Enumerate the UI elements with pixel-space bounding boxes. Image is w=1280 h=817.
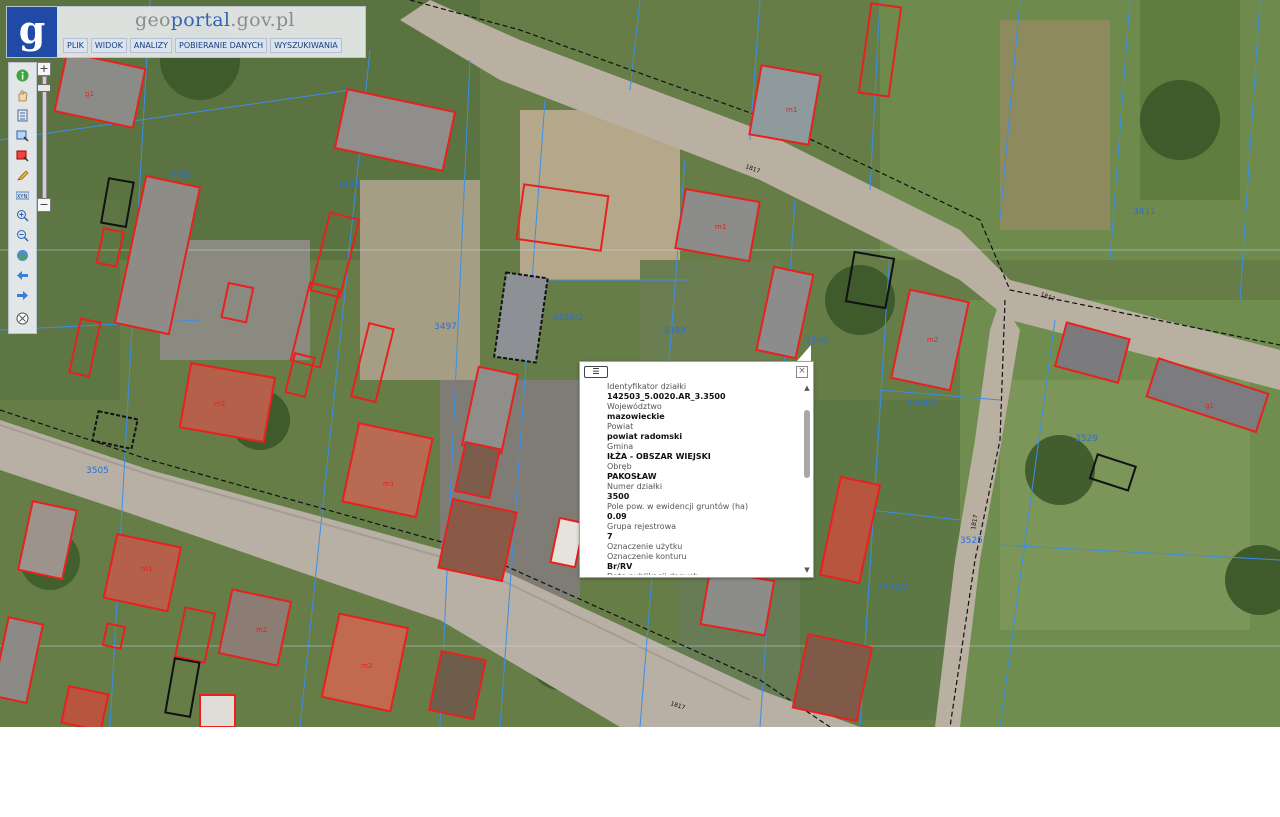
zoom-slider-minus-button[interactable]: − (37, 198, 51, 212)
parcel-info-popup: ☰ × Identyfikator działki 142503_5.0020.… (579, 361, 814, 578)
field-value: Br/RV (607, 562, 633, 571)
clear-icon[interactable] (13, 309, 31, 327)
parcel-number: 3497 (434, 322, 457, 332)
site-title-part: .gov.pl (230, 9, 295, 31)
building-label: m1 (786, 106, 797, 114)
info-icon[interactable] (13, 66, 31, 84)
field-value: 3500 (607, 492, 630, 501)
scroll-up-icon[interactable]: ▲ (803, 384, 811, 392)
building-label: m2 (214, 400, 225, 408)
parcel-number: 3525 (960, 536, 983, 546)
field-value: 142503_5.0020.AR_3.3500 (607, 392, 726, 401)
popup-menu-button[interactable]: ☰ (584, 366, 608, 378)
field-value: PAKOSŁAW (607, 472, 657, 481)
legend-icon[interactable] (13, 106, 31, 124)
field-key: Identyfikator działki (607, 382, 687, 391)
parcel-number: 3496 (337, 181, 360, 191)
site-title-part: portal (170, 9, 231, 31)
building-label: m2 (927, 336, 938, 344)
clear-selection-icon[interactable] (13, 146, 31, 164)
pencil-measure-icon[interactable] (13, 166, 31, 184)
app-header: g geoportal.gov.pl PLIK WIDOK ANALIZY PO… (6, 6, 366, 58)
menu-item-analizy[interactable]: ANALIZY (129, 38, 172, 53)
map-toolbar: XYN (8, 62, 37, 334)
field-key: Numer działki (607, 482, 663, 491)
building-label: m1 (715, 223, 726, 231)
zoom-out-icon[interactable] (13, 226, 31, 244)
parcel-number: 3529 (1075, 434, 1098, 444)
field-value: IŁŻA - OBSZAR WIEJSKI (607, 452, 711, 461)
pan-hand-icon[interactable] (13, 86, 31, 104)
parcel-number: 3504/1 (906, 399, 938, 409)
building-label: g1 (1205, 402, 1214, 410)
field-key: Data publikacji danych (607, 572, 797, 575)
field-value: powiat radomski (607, 432, 683, 441)
menu-item-pobieranie-danych[interactable]: POBIERANIE DANYCH (175, 38, 268, 53)
building-label: g1 (85, 90, 94, 98)
field-key: Grupa rejestrowa (607, 522, 677, 531)
parcel-number: 3505 (86, 466, 109, 476)
field-key: Obręb (607, 462, 632, 471)
field-key: Powiat (607, 422, 634, 431)
coordinates-icon[interactable]: XYN (13, 186, 31, 204)
zoom-slider-plus-button[interactable]: + (37, 62, 51, 76)
field-value: 0.09 (607, 512, 627, 521)
parcel-number: 3498/2 (552, 313, 584, 323)
building-label: m2 (256, 626, 267, 634)
zoom-slider[interactable]: + − (37, 62, 51, 212)
popup-header: ☰ × (580, 362, 813, 380)
popup-close-button[interactable]: × (796, 366, 808, 378)
menu-item-widok[interactable]: WIDOK (90, 38, 127, 53)
field-key: Gmina (607, 442, 634, 451)
field-key: Oznaczenie konturu (607, 552, 687, 561)
parcel-number: 3499 (663, 326, 686, 336)
field-key: Oznaczenie użytku (607, 542, 683, 551)
field-key: Pole pow. w ewidencji gruntów (ha) (607, 502, 749, 511)
field-value: 7 (607, 532, 613, 541)
parcel-number: 3411 (1133, 207, 1156, 217)
zoom-in-icon[interactable] (13, 206, 31, 224)
popup-pointer (797, 345, 811, 361)
site-title-part: geo (135, 9, 171, 31)
building-label: m1 (383, 480, 394, 488)
building-label: m2 (361, 662, 372, 670)
menu-item-wyszukiwania[interactable]: WYSZUKIWANIA (270, 38, 342, 53)
scroll-thumb[interactable] (804, 410, 810, 478)
geoportal-logo[interactable]: g (7, 7, 57, 57)
field-key: Województwo (607, 402, 662, 411)
menu-item-plik[interactable]: PLIK (63, 38, 88, 53)
zoom-slider-track[interactable] (42, 76, 47, 200)
zoom-slider-thumb[interactable] (37, 84, 51, 92)
building-label: m1 (141, 565, 152, 573)
popup-body: Identyfikator działki 142503_5.0020.AR_3… (607, 382, 797, 575)
field-value: mazowieckie (607, 412, 665, 421)
select-area-icon[interactable] (13, 126, 31, 144)
scroll-down-icon[interactable]: ▼ (803, 566, 811, 574)
site-title: geoportal.gov.pl (135, 9, 295, 31)
svg-text:XYN: XYN (17, 194, 27, 200)
logo-letter: g (18, 7, 46, 52)
main-menu: PLIK WIDOK ANALIZY POBIERANIE DANYCH WYS… (63, 38, 342, 53)
popup-scrollbar[interactable]: ▲ ▼ (803, 384, 811, 574)
parcel-number: 3504/2 (877, 583, 909, 593)
parcel-number: 3495 (168, 170, 191, 180)
previous-extent-icon[interactable] (13, 266, 31, 284)
next-extent-icon[interactable] (13, 286, 31, 304)
full-extent-icon[interactable] (13, 246, 31, 264)
